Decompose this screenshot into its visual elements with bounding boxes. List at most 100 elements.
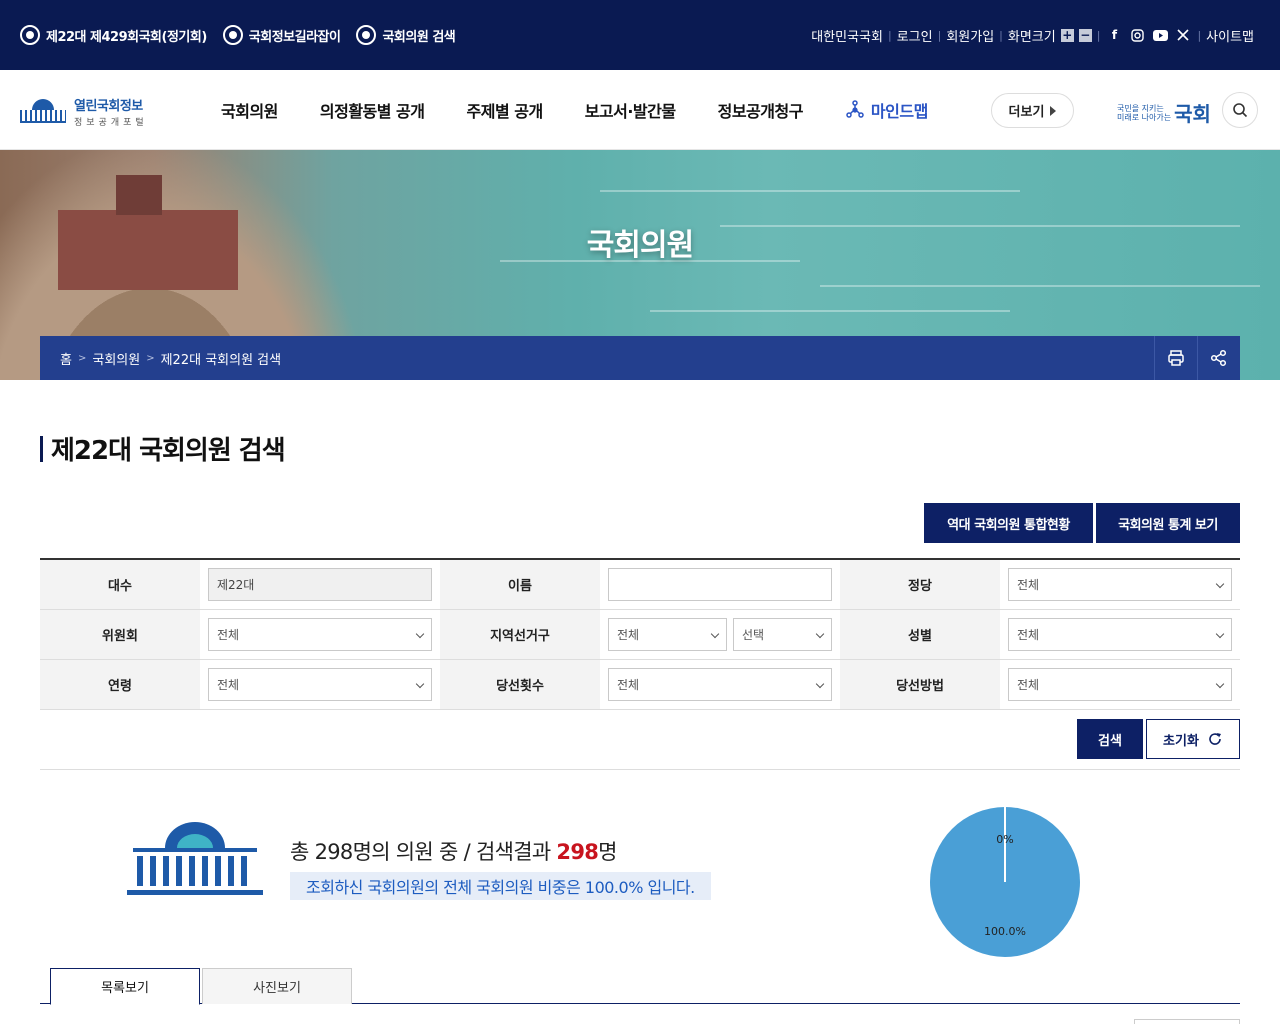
breadcrumb-members[interactable]: 국회의원 [92, 349, 140, 368]
name-input[interactable] [608, 568, 832, 601]
gender-select[interactable]: 전체 [1008, 618, 1232, 651]
nav-reports[interactable]: 보고서·발간물 [585, 98, 676, 122]
assembly-slogan-logo[interactable]: 국민을 지키는 미래로 나아가는 국회 [1117, 98, 1211, 127]
tab-photo-view[interactable]: 사진보기 [202, 968, 352, 1004]
member-search-link[interactable]: 국회의원 검색 [356, 25, 456, 45]
chevron-down-icon [815, 679, 825, 689]
x-twitter-icon[interactable] [1174, 26, 1192, 44]
committee-select-value: 전체 [217, 628, 240, 642]
sitemap-link[interactable]: 사이트맵 [1206, 26, 1254, 45]
signup-link[interactable]: 회원가입 [946, 26, 994, 45]
nav-topic[interactable]: 주제별 공개 [467, 98, 544, 122]
nav-disclosure-request[interactable]: 정보공개청구 [718, 98, 804, 122]
tab-list-view[interactable]: 목록보기 [50, 968, 200, 1005]
search-form: 대수 제22대 이름 정당 전체 위원회 전체 지역선거구 전체 선택 성별 전… [40, 558, 1240, 710]
stats-button[interactable]: 국회의원 통계 보기 [1096, 503, 1240, 543]
youtube-icon[interactable] [1151, 26, 1169, 44]
chevron-down-icon [1215, 629, 1225, 639]
more-label: 더보기 [1008, 105, 1045, 120]
more-button[interactable]: 더보기 [991, 93, 1074, 128]
session-label: 제22대 제429회국회(정기회) [46, 29, 207, 45]
label-age: 연령 [40, 660, 200, 709]
banner-title: 국회의원 [586, 228, 694, 263]
reset-label: 초기화 [1163, 733, 1199, 749]
party-select-value: 전체 [1017, 578, 1040, 592]
chevron-down-icon [1215, 579, 1225, 589]
label-district: 지역선거구 [440, 610, 600, 659]
logo-title: 열린국회정보 [74, 99, 143, 114]
committee-select[interactable]: 전체 [208, 618, 432, 651]
view-tabs: 목록보기 사진보기 [40, 968, 1240, 1005]
top-utility-bar: 제22대 제429회국회(정기회) 국회정보길라잡이 국회의원 검색 대한민국국… [0, 0, 1280, 70]
assembly-emblem-icon [20, 25, 40, 45]
breadcrumb-bar: 홈 > 국회의원 > 제22대 국회의원 검색 [40, 336, 1240, 380]
result-summary: 총 298명의 의원 중 / 검색결과 298명 [290, 836, 617, 866]
assembly-building-icon [127, 822, 263, 895]
result-count: 298 [556, 840, 599, 864]
party-select[interactable]: 전체 [1008, 568, 1232, 601]
breadcrumb-home[interactable]: 홈 [60, 349, 72, 368]
chevron-down-icon [710, 629, 720, 639]
label-name: 이름 [440, 560, 600, 609]
search-icon [1233, 103, 1248, 118]
header-search-button[interactable] [1222, 92, 1258, 128]
daesu-field: 제22대 [208, 568, 432, 601]
print-icon [1168, 350, 1184, 366]
info-guide-label: 국회정보길라잡이 [248, 29, 341, 45]
session-link[interactable]: 제22대 제429회국회(정기회) [20, 25, 207, 45]
breadcrumb: 홈 > 국회의원 > 제22대 국회의원 검색 [60, 336, 281, 380]
district-sub-value: 선택 [742, 628, 765, 642]
slogan-big: 국회 [1174, 102, 1211, 126]
label-daesu: 대수 [40, 560, 200, 609]
arrow-right-icon [1050, 105, 1057, 116]
search-button[interactable]: 검색 [1077, 719, 1143, 759]
site-logo[interactable]: 열린국회정보 정보공개포털 [20, 95, 148, 128]
history-status-button[interactable]: 역대 국회의원 통합현황 [924, 503, 1093, 543]
elected-count-select[interactable]: 전체 [608, 668, 832, 701]
reset-button[interactable]: 초기화 [1146, 719, 1240, 759]
label-committee: 위원회 [40, 610, 200, 659]
refresh-icon [1209, 733, 1221, 745]
instagram-icon[interactable] [1128, 26, 1146, 44]
list-option-button[interactable] [1134, 1019, 1240, 1024]
age-select-value: 전체 [217, 678, 240, 692]
share-button[interactable] [1197, 336, 1240, 380]
label-elect-method: 당선방법 [840, 660, 1000, 709]
chevron-down-icon [415, 629, 425, 639]
nav-members[interactable]: 국회의원 [221, 98, 278, 122]
elect-method-value: 전체 [1017, 678, 1040, 692]
chevron-down-icon [415, 679, 425, 689]
nav-activity[interactable]: 의정활동별 공개 [320, 98, 425, 122]
label-elected-count: 당선횟수 [440, 660, 600, 709]
nav-mindmap[interactable]: 마인드맵 [845, 98, 928, 122]
chevron-down-icon [815, 629, 825, 639]
label-party: 정당 [840, 560, 1000, 609]
breadcrumb-current[interactable]: 제22대 국회의원 검색 [161, 349, 282, 368]
member-search-label: 국회의원 검색 [382, 29, 456, 45]
assembly-building-icon [20, 98, 66, 125]
district-sub-select[interactable]: 선택 [733, 618, 832, 651]
facebook-icon[interactable]: f [1105, 26, 1123, 44]
share-icon [1210, 349, 1227, 367]
result-prefix: 총 298명의 의원 중 / 검색결과 [290, 840, 557, 864]
district-region-value: 전체 [617, 628, 640, 642]
elect-method-select[interactable]: 전체 [1008, 668, 1232, 701]
main-nav: 국회의원 의정활동별 공개 주제별 공개 보고서·발간물 정보공개청구 마인드맵 [200, 70, 949, 150]
national-assembly-link[interactable]: 대한민국국회 [811, 26, 883, 45]
pie-label-other: 0% [996, 833, 1013, 846]
zoom-in-button[interactable]: + [1060, 28, 1074, 42]
result-suffix: 명 [598, 840, 617, 864]
district-region-select[interactable]: 전체 [608, 618, 727, 651]
info-guide-link[interactable]: 국회정보길라잡이 [222, 25, 341, 45]
page-title: 제22대 국회의원 검색 [40, 430, 286, 467]
login-link[interactable]: 로그인 [897, 26, 933, 45]
slogan-line-1: 국민을 지키는 [1117, 103, 1164, 113]
slogan-line-2: 미래로 나아가는 [1117, 112, 1172, 122]
age-select[interactable]: 전체 [208, 668, 432, 701]
print-button[interactable] [1154, 336, 1197, 380]
hero-banner: 국회의원 홈 > 국회의원 > 제22대 국회의원 검색 [0, 150, 1280, 380]
ratio-pie-chart: 0% 100.0% [930, 807, 1080, 957]
zoom-out-button[interactable]: − [1078, 28, 1092, 42]
screen-size-label: 화면크기 [1007, 29, 1056, 45]
mindmap-label: 마인드맵 [870, 102, 928, 121]
